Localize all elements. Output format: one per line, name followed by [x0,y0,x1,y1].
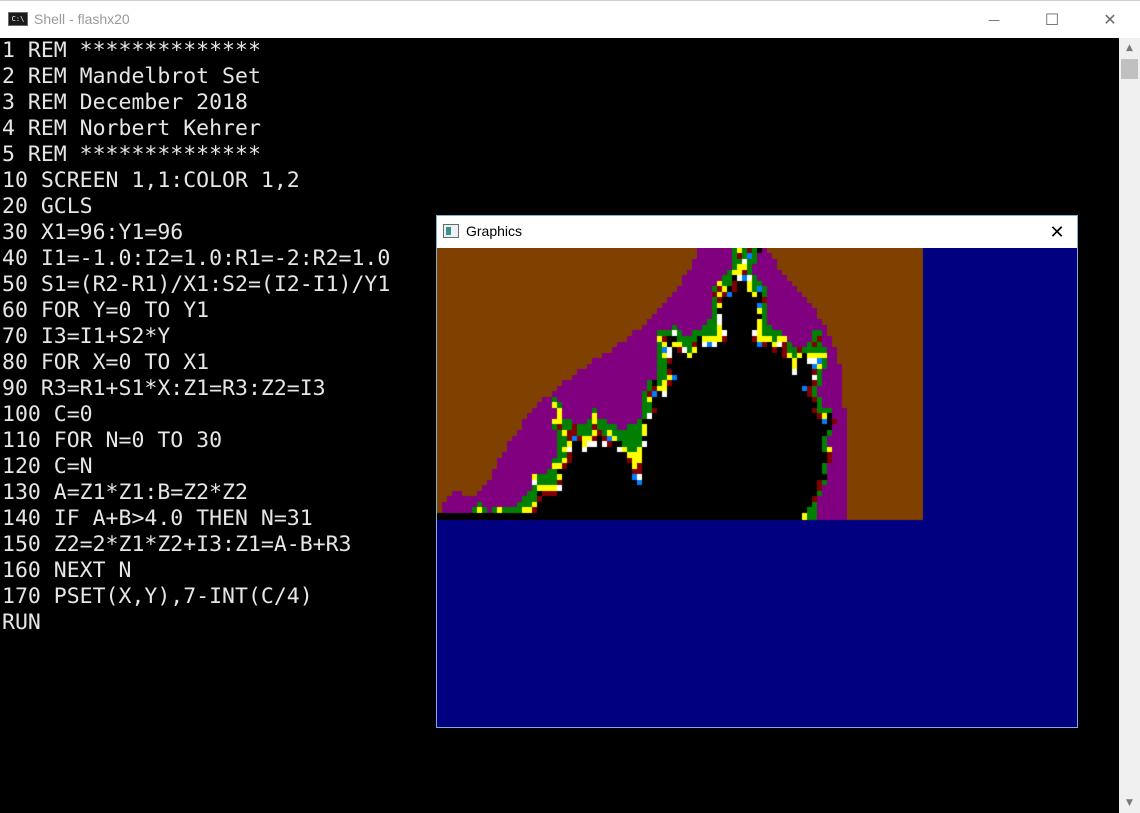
minimize-button[interactable]: — [965,1,1023,38]
graphics-title-bar[interactable]: Graphics ✕ [437,216,1077,248]
maximize-button[interactable]: ☐ [1023,1,1081,38]
maximize-icon: ☐ [1044,10,1060,29]
minimize-icon: — [988,12,1000,27]
close-button[interactable]: ✕ [1081,1,1139,38]
console-line: 130 A=Z1*Z1:B=Z2*Z2 [2,480,248,505]
console-line: 90 R3=R1+S1*X:Z1=R3:Z2=I3 [2,376,326,401]
chevron-down-icon: ▼ [1126,798,1133,808]
title-bar[interactable]: C:\ Shell - flashx20 — ☐ ✕ [0,0,1140,38]
close-icon: ✕ [1103,10,1117,29]
console-line: 10 SCREEN 1,1:COLOR 1,2 [2,168,300,193]
console-line: 20 GCLS [2,194,93,219]
graphics-close-button[interactable]: ✕ [1037,216,1077,248]
chevron-up-icon: ▲ [1126,43,1133,53]
graphics-window: Graphics ✕ [436,215,1078,728]
console-line: 3 REM December 2018 [2,90,248,115]
console-app-icon: C:\ [8,12,28,26]
graphics-window-icon [443,224,459,238]
console-line: 5 REM ************** [2,142,261,167]
window-title: Shell - flashx20 [34,11,130,27]
console-output: 1 REM ************** 2 REM Mandelbrot Set… [2,38,390,636]
console-line: 140 IF A+B>4.0 THEN N=31 [2,506,313,531]
console-line: 1 REM ************** [2,38,261,63]
console-line: 120 C=N [2,454,93,479]
console-line: 4 REM Norbert Kehrer [2,116,261,141]
console-line: 80 FOR X=0 TO X1 [2,350,210,375]
console-line: 110 FOR N=0 TO 30 [2,428,223,453]
console-line: 50 S1=(R2-R1)/X1:S2=(I2-I1)/Y1 [2,272,391,297]
console-line: 60 FOR Y=0 TO Y1 [2,298,210,323]
console-line: 150 Z2=2*Z1*Z2+I3:Z1=A-B+R3 [2,532,352,557]
mandelbrot-canvas [437,248,1077,727]
shell-window: C:\ Shell - flashx20 — ☐ ✕ 1 REM *******… [0,0,1140,813]
console-line: RUN [2,610,41,635]
console-line: 100 C=0 [2,402,93,427]
console-line: 170 PSET(X,Y),7-INT(C/4) [2,584,313,609]
vertical-scrollbar[interactable]: ▲ ▼ [1119,38,1140,813]
console-line: 40 I1=-1.0:I2=1.0:R1=-2:R2=1.0 [2,246,391,271]
close-icon: ✕ [1049,221,1065,243]
console-line: 30 X1=96:Y1=96 [2,220,184,245]
scroll-up-button[interactable]: ▲ [1119,38,1140,58]
scroll-thumb[interactable] [1121,59,1138,79]
console-line: 70 I3=I1+S2*Y [2,324,171,349]
console-line: 160 NEXT N [2,558,132,583]
graphics-window-title: Graphics [466,223,523,239]
scroll-down-button[interactable]: ▼ [1119,793,1140,813]
console-line: 2 REM Mandelbrot Set [2,64,261,89]
